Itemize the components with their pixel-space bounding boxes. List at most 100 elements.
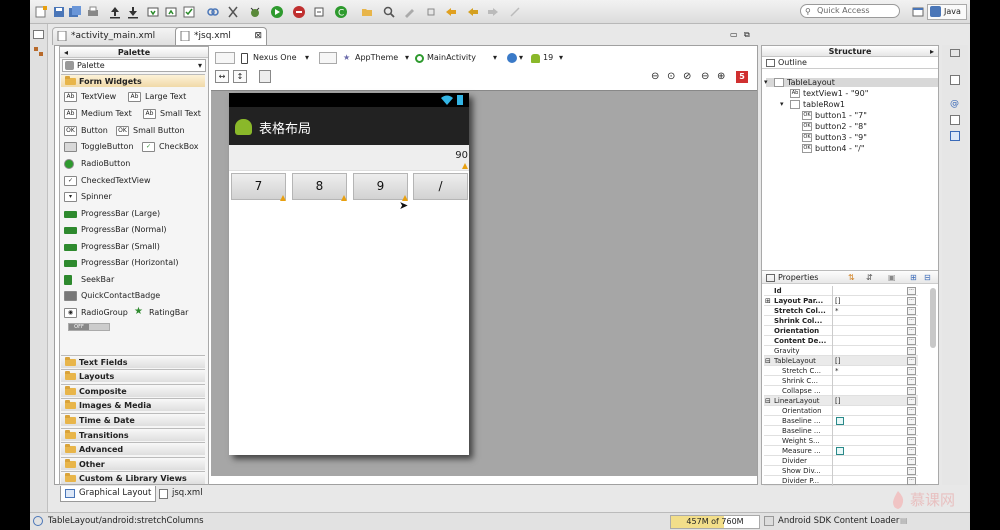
palette-item-switch[interactable]: OFF (68, 323, 110, 331)
edit-property-button[interactable]: ··· (907, 287, 916, 295)
minimize-editor-icon[interactable]: ▭ (730, 31, 742, 39)
palette-item-textview[interactable]: Ab TextView (64, 90, 116, 104)
edit-property-button[interactable]: ··· (907, 377, 916, 385)
property-row[interactable]: LinearLayout ⊟ [] ··· (764, 396, 918, 406)
palette-item-radiogroup[interactable]: ◉ RadioGroup (64, 306, 128, 320)
category-images-media[interactable]: Images & Media (61, 398, 205, 411)
zoom-actual-icon[interactable]: ⊙ (667, 70, 675, 84)
config-chooser-button[interactable] (215, 52, 235, 64)
download-icon[interactable] (126, 5, 140, 19)
property-row[interactable]: Id ··· (764, 286, 918, 296)
zoom-fit-screen-icon[interactable]: ⊘ (683, 70, 691, 84)
zoom-out-icon[interactable]: ⊖ (701, 70, 709, 84)
table-layout-icon[interactable] (259, 70, 271, 83)
property-row[interactable]: Stretch C... * ··· (764, 366, 918, 376)
error-count-badge[interactable]: 5 (736, 71, 748, 83)
property-value[interactable] (832, 476, 918, 486)
export-icon[interactable] (164, 5, 178, 19)
debug-icon[interactable] (248, 5, 262, 19)
tree-item-tablerow1[interactable]: ▾ tableRow1 (780, 99, 845, 110)
upload-icon[interactable] (108, 5, 122, 19)
palette-item-small-button[interactable]: OK Small Button (116, 124, 185, 138)
expand-icon[interactable]: ▾ (764, 77, 768, 88)
expand-all-icon[interactable]: ⊞ (910, 271, 917, 285)
save-icon[interactable] (52, 5, 66, 19)
edit-property-button[interactable]: ··· (907, 467, 916, 475)
palette-item-ratingbar[interactable]: ★ RatingBar (132, 306, 188, 320)
property-value[interactable] (832, 436, 918, 446)
edit-property-button[interactable]: ··· (907, 297, 916, 305)
next-annotation-icon[interactable] (424, 5, 438, 19)
property-row[interactable]: Gravity ··· (764, 346, 918, 356)
palette-item-progress-large[interactable]: ProgressBar (Large) (64, 207, 160, 221)
palette-item-radiobutton[interactable]: RadioButton (64, 157, 130, 171)
property-value[interactable] (832, 466, 918, 476)
property-row[interactable]: Weight S... ··· (764, 436, 918, 446)
property-value[interactable] (832, 426, 918, 436)
checkbox-icon[interactable] (836, 447, 844, 455)
category-custom-library-views[interactable]: Custom & Library Views (61, 471, 205, 484)
collapse-icon[interactable]: ⊟ (765, 396, 771, 406)
new-icon[interactable] (34, 5, 48, 19)
declaration-icon[interactable] (950, 131, 960, 141)
edit-property-button[interactable]: ··· (907, 327, 916, 335)
property-value[interactable] (832, 326, 918, 336)
category-layouts[interactable]: Layouts (61, 369, 205, 382)
palette-selector[interactable]: Palette ▾ (62, 59, 206, 72)
search-icon[interactable] (382, 5, 396, 19)
property-value[interactable] (832, 406, 918, 416)
property-row[interactable]: Content De... ··· (764, 336, 918, 346)
edit-property-button[interactable]: ··· (907, 347, 916, 355)
property-value[interactable] (832, 336, 918, 346)
property-row[interactable]: Shrink C... ··· (764, 376, 918, 386)
category-other[interactable]: Other (61, 457, 205, 470)
cut-icon[interactable] (226, 5, 240, 19)
property-row[interactable]: Layout Par... ⊞ [] ··· (764, 296, 918, 306)
link-icon[interactable] (206, 5, 220, 19)
edit-property-button[interactable]: ··· (907, 417, 916, 425)
palette-item-large-text[interactable]: Ab Large Text (128, 90, 186, 104)
toggle-fill-height-icon[interactable]: ↕ (233, 70, 247, 83)
edit-property-button[interactable]: ··· (907, 447, 916, 455)
expand-icon[interactable]: ⊞ (765, 296, 771, 306)
edit-property-button[interactable]: ··· (907, 427, 916, 435)
button-7[interactable]: 7 (231, 173, 286, 200)
zoom-fit-icon[interactable]: ⊖ (651, 70, 659, 84)
collapse-all-icon[interactable]: ⊟ (924, 271, 931, 285)
property-row[interactable]: Baseline ... ··· (764, 416, 918, 426)
tree-item-button1[interactable]: OK button1 - "7" (802, 110, 867, 121)
button-divide[interactable]: / (413, 173, 468, 200)
tab-xml-source[interactable]: jsq.xml (156, 486, 210, 502)
property-row[interactable]: Orientation ··· (764, 326, 918, 336)
edit-property-button[interactable]: ··· (907, 357, 916, 365)
property-row[interactable]: Show Div... ··· (764, 466, 918, 476)
garbage-collect-icon[interactable] (764, 516, 774, 526)
restore-icon[interactable] (33, 30, 44, 39)
edit-property-button[interactable]: ··· (907, 477, 916, 485)
tree-item-button4[interactable]: OK button4 - "/" (802, 143, 865, 154)
property-value[interactable] (832, 346, 918, 356)
button-9[interactable]: 9 (353, 173, 408, 200)
category-form-widgets[interactable]: Form Widgets (61, 74, 205, 87)
edit-property-button[interactable]: ··· (907, 437, 916, 445)
palette-item-checkbox[interactable]: ✓ CheckBox (142, 140, 198, 154)
property-value[interactable]: * (832, 306, 918, 316)
at-icon[interactable]: @ (950, 99, 960, 109)
maximize-editor-icon[interactable]: ⧉ (744, 30, 756, 40)
tree-item-tablelayout[interactable]: ▾ TableLayout (764, 77, 835, 88)
palette-item-button[interactable]: OK Button (64, 124, 108, 138)
property-row[interactable]: Orientation ··· (764, 406, 918, 416)
category-text-fields[interactable]: Text Fields (61, 355, 205, 368)
edit-property-button[interactable]: ··· (907, 397, 916, 405)
textview-display[interactable]: 90 (229, 145, 469, 171)
property-row[interactable]: Baseline ... ··· (764, 426, 918, 436)
tree-item-button2[interactable]: OK button2 - "8" (802, 121, 867, 132)
restore-icon[interactable] (950, 49, 960, 57)
package-explorer-icon[interactable] (33, 46, 44, 57)
quick-access-input[interactable]: ⚲ Quick Access (800, 4, 900, 18)
orientation-button[interactable] (319, 52, 337, 64)
palette-item-progress-small[interactable]: ProgressBar (Small) (64, 240, 160, 254)
memory-indicator[interactable]: 457M of 760M (670, 515, 760, 529)
property-value[interactable]: * (832, 366, 918, 376)
annotation-icon[interactable] (402, 5, 416, 19)
